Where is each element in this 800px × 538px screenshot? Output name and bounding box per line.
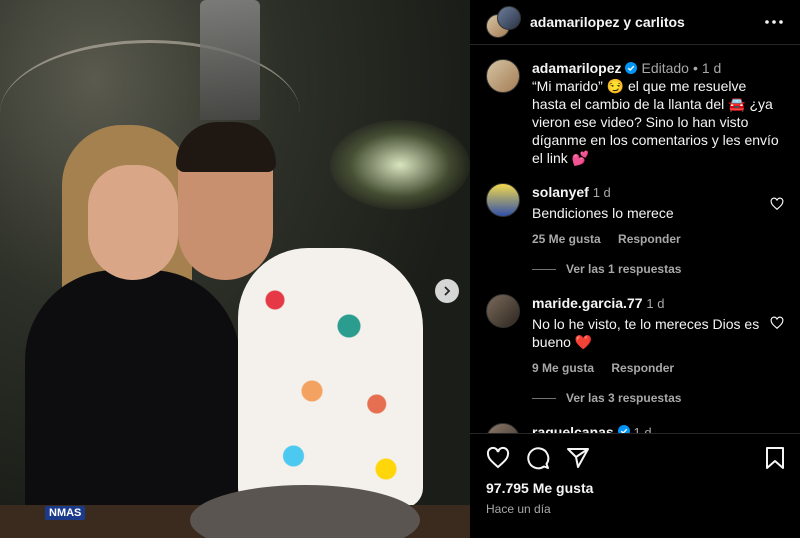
avatar[interactable] [486, 423, 520, 433]
edited-label: Editado [641, 60, 689, 76]
post-time: Hace un día [486, 502, 551, 516]
comment-icon[interactable] [526, 446, 550, 470]
post-header: adamarilopez y carlitos [470, 0, 800, 45]
avatar[interactable] [486, 183, 520, 217]
chevron-right-icon [444, 286, 451, 296]
comment-username[interactable]: solanyef [532, 184, 589, 200]
post-panel: adamarilopez y carlitos adamarilopez Edi… [470, 0, 800, 538]
comment-likes[interactable]: 9 Me gusta [532, 361, 594, 375]
comment-actions: 25 Me gusta Responder [532, 232, 762, 246]
like-comment-icon[interactable] [770, 197, 784, 211]
comment-item: solanyef 1 d Bendiciones lo merece 25 Me… [470, 167, 800, 276]
replies-line [532, 268, 556, 270]
view-replies-label[interactable]: Ver las 3 respuestas [566, 391, 681, 405]
man-hair [176, 122, 276, 172]
comment-item: maride.garcia.77 1 d No lo he visto, te … [470, 276, 800, 405]
likes-count[interactable]: 97.795 Me gusta [470, 470, 800, 496]
reply-button[interactable]: Responder [611, 361, 674, 375]
comment-body: solanyef 1 d Bendiciones lo merece 25 Me… [532, 183, 762, 276]
mic-label: NMAS [45, 506, 86, 520]
comments-list[interactable]: adamarilopez Editado • 1 d “Mi marido” 😏… [470, 45, 800, 434]
reply-button[interactable]: Responder [618, 232, 681, 246]
more-dots-icon[interactable] [764, 12, 784, 32]
view-replies[interactable]: Ver las 3 respuestas [532, 391, 762, 405]
share-icon[interactable] [566, 446, 590, 470]
comment-age: 1 d [592, 185, 611, 200]
caption: adamarilopez Editado • 1 d “Mi marido” 😏… [470, 45, 800, 167]
caption-meta: adamarilopez Editado • 1 d [532, 59, 784, 77]
avatar[interactable] [486, 294, 520, 328]
caption-body: adamarilopez Editado • 1 d “Mi marido” 😏… [532, 59, 784, 167]
patio-heater [200, 0, 260, 120]
caption-username[interactable]: adamarilopez [532, 59, 621, 77]
comment-likes[interactable]: 25 Me gusta [532, 232, 601, 246]
background-light [330, 120, 470, 210]
comment-body: raquelcanas 1 d [532, 423, 652, 434]
next-photo-button[interactable] [435, 279, 459, 303]
avatar [497, 6, 521, 30]
action-bar [470, 434, 800, 470]
view-replies[interactable]: Ver las 1 respuestas [532, 262, 762, 276]
comment-actions: 9 Me gusta Responder [532, 361, 762, 375]
separator-dot: • [692, 60, 698, 76]
comment-text: No lo he visto, te lo mereces Dios es bu… [532, 316, 760, 350]
bookmark-icon[interactable] [764, 446, 786, 470]
comment-text: Bendiciones lo merece [532, 205, 674, 221]
comment-age: 1 d [646, 296, 665, 311]
man-shirt [238, 248, 423, 508]
comment-body: maride.garcia.77 1 d No lo he visto, te … [532, 294, 762, 405]
comment-item: raquelcanas 1 d [470, 405, 800, 434]
replies-line [532, 397, 556, 399]
verified-icon [617, 425, 630, 433]
verified-icon [625, 62, 638, 74]
comment-age: 1 d [633, 425, 652, 434]
like-icon[interactable] [486, 446, 510, 470]
comment-username[interactable]: raquelcanas [532, 424, 614, 433]
like-comment-icon[interactable] [770, 316, 784, 330]
comment-username[interactable]: maride.garcia.77 [532, 295, 643, 311]
woman-face [88, 165, 178, 280]
woman-body [25, 270, 240, 538]
caption-age: 1 d [701, 60, 722, 76]
post-photo[interactable]: NMAS [0, 0, 470, 538]
post-title[interactable]: adamarilopez y carlitos [530, 14, 685, 30]
collab-avatars[interactable] [486, 6, 521, 38]
caption-text: “Mi marido” 😏 el que me resuelve hasta e… [532, 78, 779, 166]
avatar[interactable] [486, 59, 520, 93]
view-replies-label[interactable]: Ver las 1 respuestas [566, 262, 681, 276]
